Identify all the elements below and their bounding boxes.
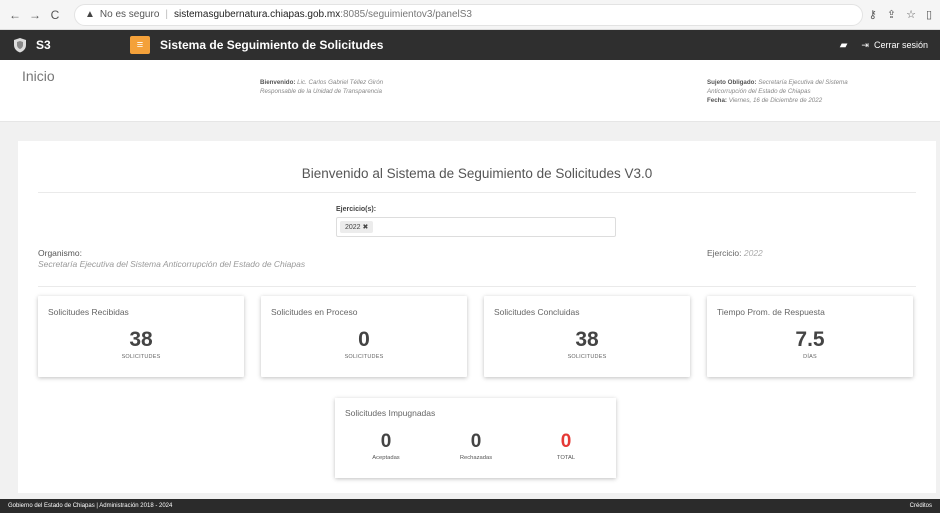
star-icon[interactable]: ☆: [906, 8, 916, 21]
divider: [38, 286, 916, 287]
brand[interactable]: S3: [12, 37, 130, 53]
subject-value-1: Secretaría Ejecutiva del Sistema: [758, 79, 848, 86]
not-secure-label: No es seguro: [99, 9, 160, 20]
hamburger-icon: ≡: [136, 39, 144, 51]
divider: [38, 192, 916, 193]
card-value: 7.5: [795, 328, 825, 351]
card-title: Solicitudes Concluidas: [494, 307, 580, 317]
ejercicios-select[interactable]: 2022 ✖: [336, 217, 616, 237]
date-value: Viernes, 16 de Diciembre de 2022: [728, 97, 823, 104]
rechazadas-label: Rechazadas: [459, 455, 493, 461]
card-value: 38: [129, 328, 153, 351]
rechazadas-value: 0: [470, 431, 482, 452]
logout-label: Cerrar sesión: [873, 40, 928, 50]
total-label: TOTAL: [556, 455, 576, 461]
organismo-value: Secretaría Ejecutiva del Sistema Anticor…: [38, 259, 306, 269]
welcome-role: Responsable de la Unidad de Transparenci…: [260, 88, 382, 95]
app-navbar: S3 ≡ Sistema de Seguimiento de Solicitud…: [0, 30, 940, 60]
card-recibidas[interactable]: Solicitudes Recibidas 38 SOLICITUDES: [38, 296, 244, 377]
card-en-proceso[interactable]: Solicitudes en Proceso 0 SOLICITUDES: [261, 296, 467, 377]
card-title: Solicitudes Impugnadas: [345, 408, 436, 418]
welcome-name: Lic. Carlos Gabriel Téllez Girón: [297, 79, 384, 86]
book-icon[interactable]: ▰: [840, 40, 848, 51]
ejercicio-info: Ejercicio: 2022: [707, 248, 763, 258]
ejercicio-label: Ejercicio:: [707, 248, 742, 258]
footer-text: Gobierno del Estado de Chiapas | Adminis…: [8, 503, 173, 509]
welcome-label: Bienvenido:: [260, 79, 296, 86]
browser-actions: ⚷ ⇪ ☆ ▯: [869, 8, 932, 21]
dashboard-panel: Bienvenido al Sistema de Seguimiento de …: [18, 141, 936, 493]
key-icon[interactable]: ⚷: [869, 8, 877, 21]
card-concluidas[interactable]: Solicitudes Concluidas 38 SOLICITUDES: [484, 296, 690, 377]
card-title: Tiempo Prom. de Respuesta: [717, 307, 825, 317]
subject-label: Sujeto Obligado:: [707, 79, 757, 86]
impugnadas-aceptadas: 0 Aceptadas: [356, 431, 416, 461]
navbar-actions: ▰ ⇥ Cerrar sesión: [840, 40, 928, 51]
subject-info: Sujeto Obligado: Secretaría Ejecutiva de…: [707, 78, 848, 105]
shield-logo-icon: [14, 38, 26, 53]
card-unit: SOLICITUDES: [567, 354, 607, 360]
credits-link[interactable]: Créditos: [910, 503, 932, 509]
reload-button[interactable]: C: [48, 8, 62, 22]
back-button[interactable]: ←: [8, 8, 22, 22]
impugnadas-total: 0 TOTAL: [536, 431, 596, 461]
card-tiempo-respuesta[interactable]: Tiempo Prom. de Respuesta 7.5 DÍAS: [707, 296, 913, 377]
organismo-label: Organismo:: [38, 248, 82, 258]
card-value: 38: [575, 328, 599, 351]
browser-toolbar: ← → C ▲ No es seguro | sistemasgubernatu…: [0, 0, 940, 30]
welcome-info: Bienvenido: Lic. Carlos Gabriel Téllez G…: [260, 78, 383, 96]
panel-title: Bienvenido al Sistema de Seguimiento de …: [301, 166, 653, 181]
sidebar-icon[interactable]: ▯: [926, 8, 932, 21]
url-host: sistemasgubernatura.chiapas.gob.mx: [174, 9, 341, 20]
card-unit: SOLICITUDES: [121, 354, 161, 360]
warning-icon[interactable]: ▲: [85, 9, 95, 20]
subject-value-2: Anticorrupción del Estado de Chiapas: [707, 88, 811, 95]
logout-button[interactable]: ⇥ Cerrar sesión: [861, 40, 928, 51]
ejercicio-chip[interactable]: 2022 ✖: [340, 221, 374, 233]
menu-toggle-button[interactable]: ≡: [130, 36, 150, 54]
header-info: Inicio Bienvenido: Lic. Carlos Gabriel T…: [0, 60, 940, 122]
footer: Gobierno del Estado de Chiapas | Adminis…: [0, 499, 940, 513]
address-bar[interactable]: ▲ No es seguro | sistemasgubernatura.chi…: [74, 3, 863, 26]
page-title: Inicio: [22, 68, 55, 84]
card-title: Solicitudes Recibidas: [48, 307, 129, 317]
total-value: 0: [560, 431, 572, 452]
aceptadas-value: 0: [380, 431, 392, 452]
forward-button[interactable]: →: [28, 8, 42, 22]
url-separator: |: [165, 9, 168, 20]
card-value: 0: [358, 328, 370, 351]
date-label: Fecha:: [707, 97, 727, 104]
url-path: :8085/seguimientov3/panelS3: [340, 9, 472, 20]
card-title: Solicitudes en Proceso: [271, 307, 358, 317]
card-impugnadas[interactable]: Solicitudes Impugnadas 0 Aceptadas 0 Rec…: [335, 398, 616, 478]
brand-label: S3: [36, 38, 51, 52]
impugnadas-rechazadas: 0 Rechazadas: [446, 431, 506, 461]
aceptadas-label: Aceptadas: [372, 455, 400, 461]
ejercicio-value: 2022: [743, 248, 763, 258]
card-unit: SOLICITUDES: [344, 354, 384, 360]
ejercicios-label: Ejercicio(s):: [336, 206, 377, 213]
share-icon[interactable]: ⇪: [887, 8, 896, 21]
sign-out-icon: ⇥: [861, 39, 869, 50]
app-title: Sistema de Seguimiento de Solicitudes: [160, 38, 384, 52]
card-unit: DÍAS: [803, 354, 817, 360]
